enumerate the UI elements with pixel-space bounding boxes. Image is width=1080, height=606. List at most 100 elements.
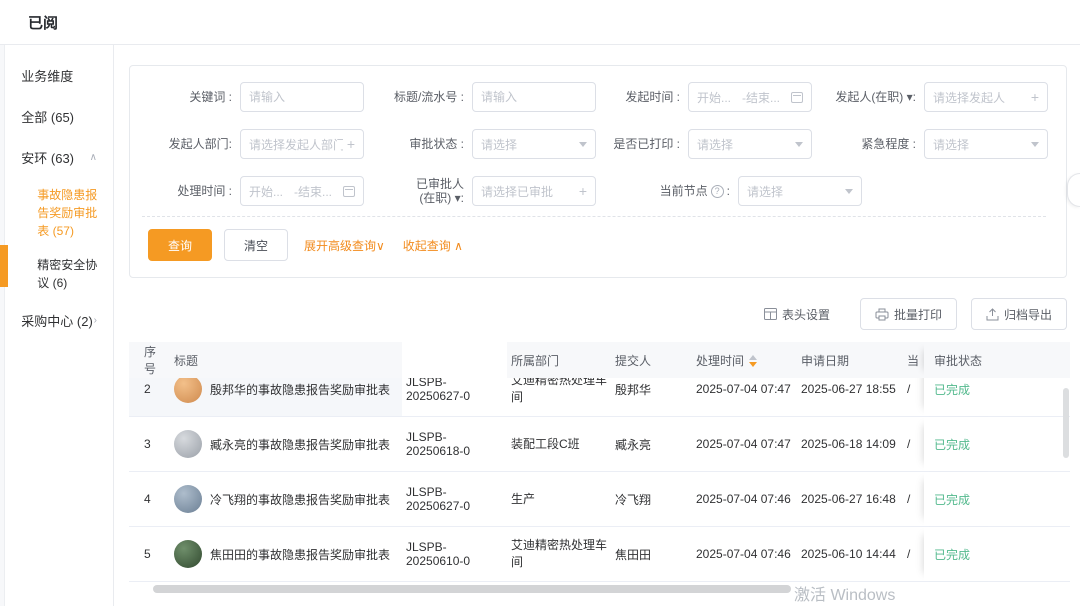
field-initiator-dept: 发起人部门: 请选择发起人部门 + — [140, 129, 364, 159]
field-approved-by: 已审批人 (在职) ▾: 请选择已审批 + — [400, 176, 596, 206]
row-serial: JLSPB-20250610-0 — [406, 540, 471, 568]
chevron-down-icon — [845, 188, 853, 194]
row-title[interactable]: 焦田田的事故隐患报告奖励审批表 — [210, 546, 390, 563]
row-handle-time: 2025-07-04 07:47 — [696, 382, 791, 396]
handle-time-range-input[interactable]: 开始... -结束... — [240, 176, 364, 206]
row-title[interactable]: 臧永亮的事故隐患报告奖励审批表 — [210, 436, 390, 453]
clear-button[interactable]: 清空 — [224, 229, 288, 261]
printed-select[interactable]: 请选择 — [688, 129, 812, 159]
row-current-node: / — [907, 382, 911, 396]
expand-icon[interactable]: › — [94, 315, 97, 326]
col-dept: 所属部门 — [511, 353, 560, 368]
col-status: 审批状态 — [924, 342, 1009, 378]
field-approval-status: 审批状态 : 请选择 — [364, 129, 596, 159]
field-urgency: 紧急程度 : 请选择 — [812, 129, 1048, 159]
horizontal-scrollbar[interactable] — [153, 585, 791, 593]
collapse-icon[interactable]: ∧ — [90, 152, 97, 163]
vertical-scrollbar[interactable] — [1063, 388, 1069, 458]
row-serial: JLSPB-20250627-0 — [406, 378, 471, 403]
current-node-select[interactable]: 请选择 — [738, 176, 862, 206]
urgency-select[interactable]: 请选择 — [924, 129, 1048, 159]
header-settings-button[interactable]: 表头设置 — [763, 306, 830, 323]
current-node-colon: : — [726, 184, 730, 198]
field-current-node: 当前节点 ? : 请选择 — [646, 176, 862, 206]
row-serial: JLSPB-20250627-0 — [406, 485, 471, 513]
initiator-picker[interactable]: 请选择发起人 + — [924, 82, 1048, 112]
row-handle-time: 2025-07-04 07:47 — [696, 437, 791, 451]
row-serial: JLSPB-20250618-0 — [406, 430, 471, 458]
approved-by-label: 已审批人 (在职) ▾: — [415, 177, 464, 205]
table-row[interactable]: 3 臧永亮的事故隐患报告奖励审批表 JLSPB-20250618-0 装配工段C… — [129, 417, 1070, 472]
table-row[interactable]: 2 殷邦华的事故隐患报告奖励审批表 JLSPB-20250627-0 艾迪精密热… — [129, 378, 1070, 417]
sidebar-item-accident-report[interactable]: 事故隐患报告奖励审批表 (57) — [5, 178, 113, 248]
collapsed-side-widget[interactable] — [1067, 173, 1080, 207]
windows-watermark: 激活 Windows 转到“设置”以激活 Windows。 — [794, 587, 896, 604]
status-badge: 已完成 — [934, 382, 971, 397]
dashed-divider — [142, 216, 1046, 217]
footer: 激活 Windows 转到“设置”以激活 Windows。 共 57 条 ‹ 1… — [129, 587, 1070, 606]
title-serial-input[interactable] — [472, 82, 596, 112]
approval-status-label: 审批状态 : — [409, 137, 464, 151]
sidebar-item-all[interactable]: 全部 (65) — [5, 96, 113, 137]
sidebar-item-safety-agreement[interactable]: 精密安全协议 (6) — [5, 248, 113, 300]
row-current-node: / — [907, 492, 911, 506]
collapse-query-link[interactable]: 收起查询 ∧ — [403, 237, 463, 254]
avatar — [174, 378, 202, 403]
query-button[interactable]: 查询 — [148, 229, 212, 261]
plus-icon[interactable]: + — [579, 183, 587, 199]
field-title-serial: 标题/流水号 : — [364, 82, 596, 112]
approved-by-picker[interactable]: 请选择已审批 + — [472, 176, 596, 206]
initiator-dept-label: 发起人部门: — [168, 137, 232, 151]
page-title: 已阅 — [28, 14, 59, 32]
row-current-node: / — [907, 437, 911, 451]
urgency-label: 紧急程度 : — [861, 137, 916, 151]
row-dept: 生产 — [511, 491, 536, 506]
sort-icon[interactable] — [749, 355, 758, 368]
chevron-down-icon — [579, 141, 587, 147]
col-submitter: 提交人 — [615, 353, 652, 368]
row-handle-time: 2025-07-04 07:46 — [696, 492, 791, 506]
printed-label: 是否已打印 : — [613, 137, 680, 151]
printer-icon — [875, 308, 889, 321]
row-apply-date: 2025-06-27 18:55 — [801, 382, 896, 396]
table-header-row: 序号 标题 所属部门 提交人 处理时间 申请日期 当 审批状态 — [129, 342, 1070, 378]
main-content: 关键词 : 标题/流水号 : 发起时间 : 开始... -结束... — [114, 45, 1080, 606]
handle-time-label: 处理时间 : — [177, 184, 232, 198]
col-serial — [402, 342, 507, 378]
batch-print-button[interactable]: 批量打印 — [859, 298, 957, 330]
row-submitter: 冷飞翔 — [615, 492, 652, 507]
col-current-node: 当 — [907, 353, 920, 368]
archive-export-button[interactable]: 归档导出 — [970, 298, 1067, 330]
table-row[interactable]: 5 焦田田的事故隐患报告奖励审批表 JLSPB-20250610-0 艾迪精密热… — [129, 527, 1070, 582]
row-dept: 艾迪精密热处理车间 — [511, 538, 608, 569]
field-initiator: 发起人(在职) ▾: 请选择发起人 + — [812, 82, 1048, 112]
row-handle-time: 2025-07-04 07:46 — [696, 547, 791, 561]
col-handle-time[interactable]: 处理时间 — [692, 352, 797, 369]
chevron-down-icon — [1031, 141, 1039, 147]
table-row[interactable]: 4 冷飞翔的事故隐患报告奖励审批表 JLSPB-20250627-0 生产 冷飞… — [129, 472, 1070, 527]
col-seq: 序号 — [144, 345, 157, 376]
sidebar-item-anhuan[interactable]: 安环 (63) ∧ — [5, 137, 113, 178]
sidebar: 业务维度 全部 (65) 安环 (63) ∧ 事故隐患报告奖励审批表 (57) … — [5, 45, 114, 606]
keyword-input[interactable] — [240, 82, 364, 112]
sidebar-item-purchase-center[interactable]: 采购中心 (2) › — [5, 300, 113, 341]
row-current-node: / — [907, 547, 911, 561]
status-badge: 已完成 — [934, 492, 971, 507]
expand-advanced-link[interactable]: 展开高级查询∨ — [304, 237, 385, 254]
row-title[interactable]: 冷飞翔的事故隐患报告奖励审批表 — [210, 491, 390, 508]
table-settings-icon — [763, 308, 777, 320]
initiator-dept-picker[interactable]: 请选择发起人部门 + — [240, 129, 364, 159]
plus-icon[interactable]: + — [347, 136, 355, 152]
approval-status-select[interactable]: 请选择 — [472, 129, 596, 159]
row-title[interactable]: 殷邦华的事故隐患报告奖励审批表 — [210, 381, 390, 398]
row-submitter: 殷邦华 — [615, 382, 652, 397]
calendar-icon — [342, 185, 355, 197]
row-apply-date: 2025-06-18 14:09 — [801, 437, 896, 451]
row-dept: 装配工段C班 — [511, 436, 580, 451]
initiator-label: 发起人(在职) ▾: — [835, 90, 916, 104]
initiate-time-range-input[interactable]: 开始... -结束... — [688, 82, 812, 112]
help-icon[interactable]: ? — [710, 184, 724, 198]
plus-icon[interactable]: + — [1031, 89, 1039, 105]
row-submitter: 臧永亮 — [615, 437, 652, 452]
field-printed: 是否已打印 : 请选择 — [596, 129, 812, 159]
